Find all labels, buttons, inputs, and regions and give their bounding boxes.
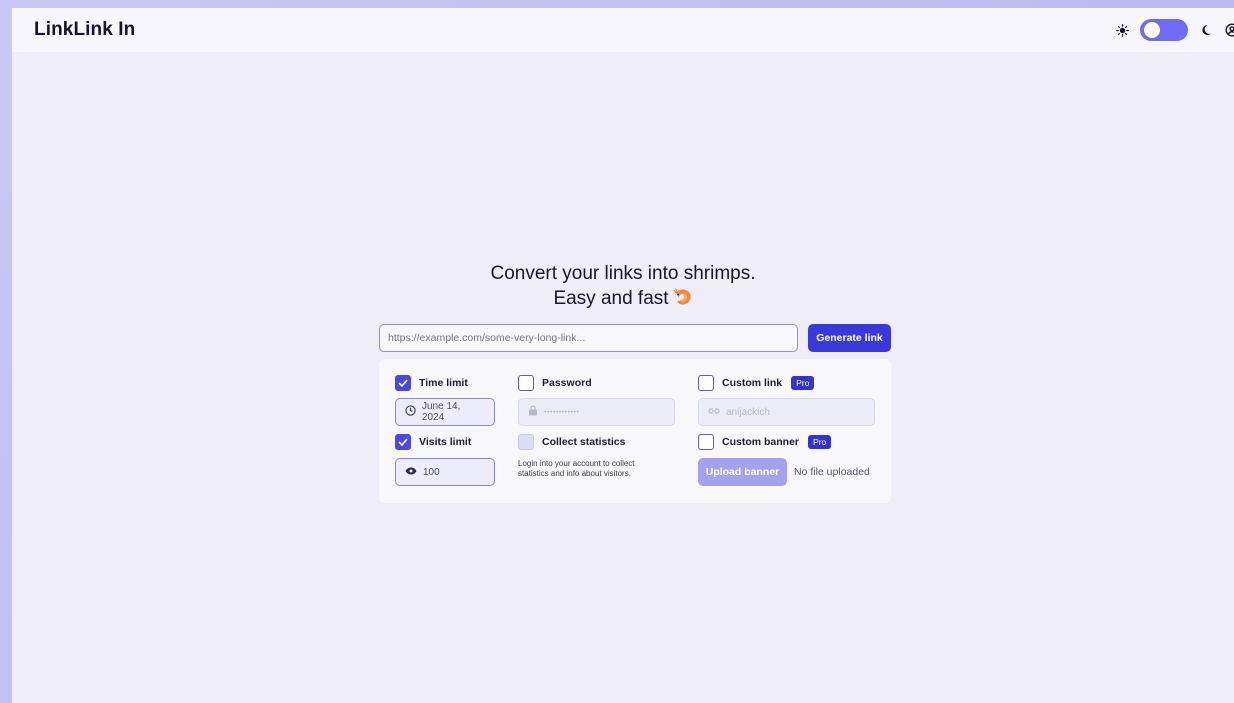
password-checkbox[interactable]: [518, 375, 534, 391]
moon-icon: [1198, 22, 1214, 38]
pro-badge: Pro: [791, 376, 815, 390]
shrimp-icon: [673, 288, 693, 313]
collect-statistics-label: Collect statistics: [542, 436, 626, 448]
custom-banner-option: Custom banner Pro: [698, 434, 832, 450]
custom-banner-checkbox[interactable]: [698, 434, 714, 450]
pro-badge: Pro: [808, 435, 832, 449]
custom-banner-label: Custom banner: [722, 436, 800, 448]
sun-icon: [1114, 22, 1130, 38]
header-controls: [1114, 19, 1234, 41]
statistics-hint-line2: statistics and info about visitors.: [518, 469, 631, 478]
app-window: LinkLink In Convert your links into shri…: [12, 8, 1234, 703]
statistics-hint-line1: Login into your account to collect: [518, 459, 635, 468]
upload-banner-button[interactable]: Upload banner: [698, 458, 787, 486]
user-icon[interactable]: [1224, 22, 1234, 38]
password-placeholder: ••••••••••••: [544, 408, 580, 416]
custom-link-placeholder: anijackich: [726, 406, 770, 418]
visits-limit-label: Visits limit: [419, 436, 472, 448]
time-limit-option: Time limit: [395, 375, 468, 391]
custom-link-field[interactable]: anijackich: [698, 398, 875, 426]
custom-link-option: Custom link Pro: [698, 375, 815, 391]
collect-statistics-option: Collect statistics: [518, 434, 625, 450]
link-icon: [708, 407, 720, 418]
time-limit-label: Time limit: [419, 377, 468, 389]
brand-logo[interactable]: LinkLink In: [34, 19, 135, 41]
visits-limit-option: Visits limit: [395, 434, 471, 450]
password-label: Password: [542, 377, 592, 389]
lock-icon: [528, 405, 538, 419]
url-input[interactable]: [379, 324, 798, 352]
file-status: No file uploaded: [794, 466, 870, 478]
hero-title-text: Easy and fast: [553, 288, 669, 309]
top-bar: LinkLink In: [12, 8, 1234, 52]
hero-title-line1: Convert your links into shrimps.: [490, 263, 756, 284]
visits-value: 100: [423, 466, 440, 478]
theme-toggle-knob: [1144, 22, 1160, 38]
custom-link-label: Custom link: [722, 377, 783, 389]
clock-icon: [405, 405, 416, 419]
visits-field[interactable]: 100: [395, 458, 495, 486]
password-field[interactable]: ••••••••••••: [518, 398, 675, 426]
collect-statistics-checkbox[interactable]: [518, 434, 534, 450]
options-panel: Time limit June 14, 2024 Visits limit 10…: [379, 359, 891, 503]
password-option: Password: [518, 375, 592, 391]
url-form: Generate link: [379, 324, 891, 352]
visits-limit-checkbox[interactable]: [395, 434, 411, 450]
custom-link-checkbox[interactable]: [698, 375, 714, 391]
hero-section: Convert your links into shrimps. Easy an…: [12, 261, 1234, 313]
statistics-hint: Login into your account to collect stati…: [518, 459, 635, 479]
generate-link-button[interactable]: Generate link: [808, 324, 891, 352]
time-limit-checkbox[interactable]: [395, 375, 411, 391]
date-value: June 14, 2024: [422, 401, 461, 423]
eye-icon: [405, 466, 417, 479]
theme-toggle[interactable]: [1140, 19, 1188, 41]
hero-title-line2: Easy and fast: [12, 286, 1234, 313]
date-field[interactable]: June 14, 2024: [395, 398, 495, 426]
